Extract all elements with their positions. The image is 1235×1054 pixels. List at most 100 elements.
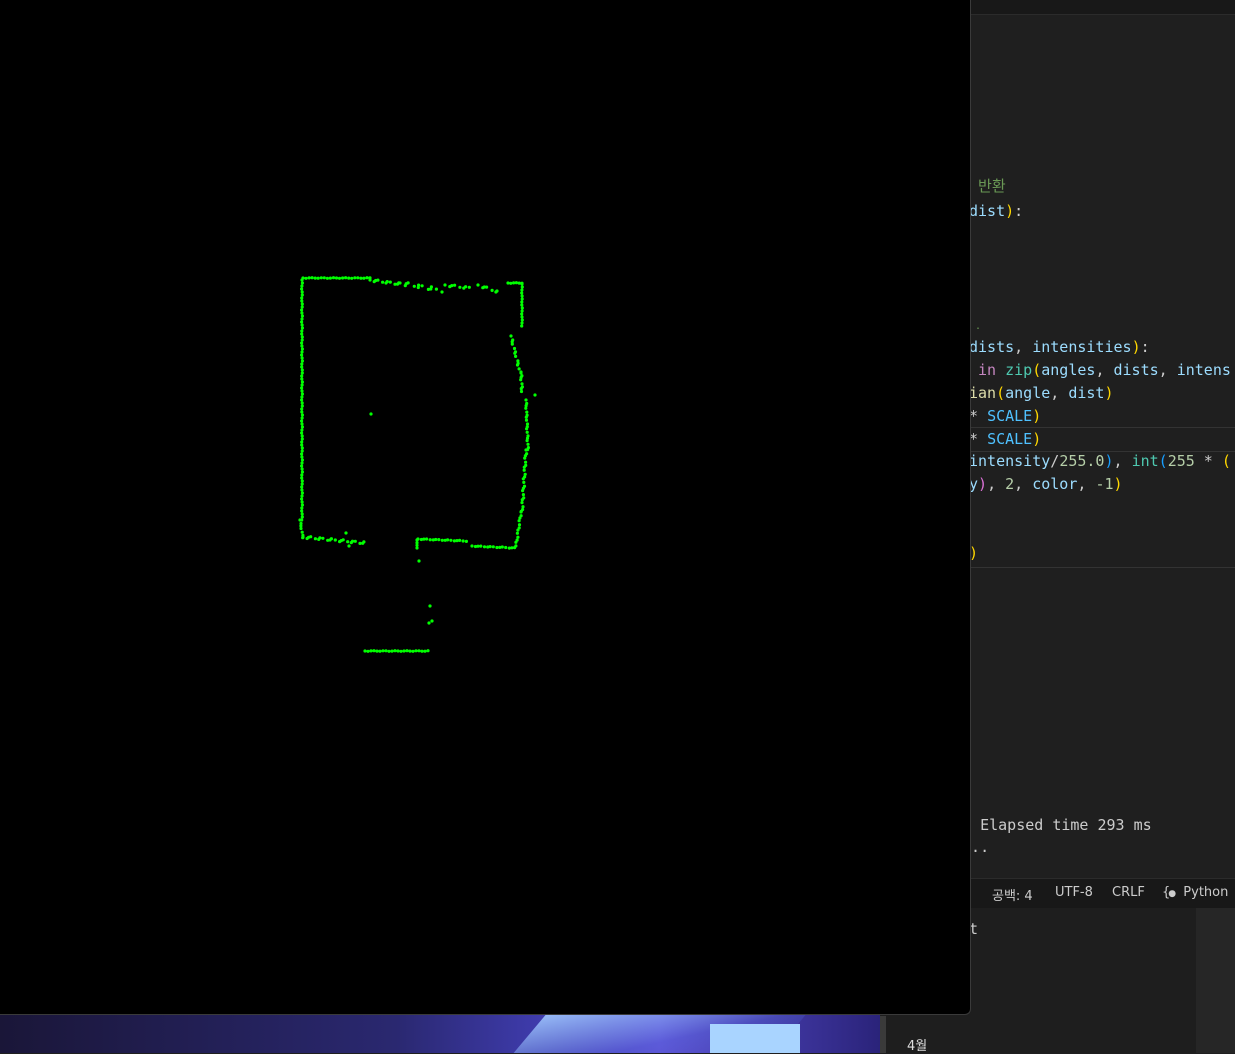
scan-point xyxy=(300,428,304,432)
scan-point xyxy=(300,401,304,405)
scan-point xyxy=(300,341,304,345)
scan-point xyxy=(300,530,304,534)
lidar-scan-window[interactable] xyxy=(0,0,971,1015)
scan-point xyxy=(318,536,322,540)
scan-point xyxy=(525,427,529,431)
code-token: , xyxy=(1158,361,1177,379)
code-line-7: * SCALE) xyxy=(969,405,1041,428)
indent-status[interactable]: 공백: 4 xyxy=(992,885,1033,904)
scan-point xyxy=(298,518,302,522)
scan-point xyxy=(520,318,524,322)
scan-point xyxy=(427,621,431,625)
scan-point xyxy=(300,380,304,384)
scan-point xyxy=(426,649,430,653)
language-status[interactable]: {● Python xyxy=(1162,885,1228,900)
scan-point xyxy=(316,276,320,280)
code-line-6: ian(angle, dist) xyxy=(969,382,1114,405)
scan-point xyxy=(514,281,519,285)
scan-point xyxy=(341,538,345,542)
scan-point xyxy=(524,448,528,452)
scan-point xyxy=(524,406,528,410)
encoding-status[interactable]: UTF-8 xyxy=(1055,885,1093,900)
scan-point xyxy=(309,535,313,539)
scan-point xyxy=(353,276,357,280)
scan-point xyxy=(300,515,304,519)
scan-point xyxy=(375,649,379,653)
scan-point xyxy=(520,297,524,301)
eol-status[interactable]: CRLF xyxy=(1112,885,1145,900)
scan-point xyxy=(300,434,304,438)
scan-point xyxy=(479,544,483,548)
scan-point xyxy=(488,545,492,549)
code-token: dists xyxy=(969,338,1015,356)
scan-point xyxy=(417,283,421,287)
scan-point xyxy=(300,446,304,450)
code-token: ) xyxy=(1113,475,1123,493)
scan-point xyxy=(437,538,441,542)
scan-point xyxy=(520,501,524,505)
code-token: 255 xyxy=(1167,452,1195,470)
scan-point xyxy=(381,649,385,653)
scan-point xyxy=(300,338,304,342)
scan-point xyxy=(346,540,350,544)
scan-point xyxy=(372,649,376,653)
scan-point xyxy=(300,437,304,441)
scan-point xyxy=(405,649,409,653)
scan-point xyxy=(518,516,522,520)
code-token: intensities xyxy=(1032,338,1132,356)
scan-point xyxy=(300,278,304,282)
scan-point xyxy=(322,276,326,280)
code-token: dists xyxy=(1113,361,1159,379)
scan-point xyxy=(461,539,465,543)
scan-point xyxy=(300,383,304,387)
code-token: intens xyxy=(1176,361,1231,379)
scan-point xyxy=(300,458,304,462)
scan-point xyxy=(519,370,523,374)
scan-point xyxy=(520,324,524,328)
code-token: : xyxy=(1140,338,1150,356)
scan-point xyxy=(304,276,308,280)
code-token: * xyxy=(1194,452,1222,470)
scan-point xyxy=(300,407,304,411)
scan-point xyxy=(511,281,516,285)
code-line-5: in zip(angles, dists, intens xyxy=(969,359,1231,382)
scan-point xyxy=(520,312,524,316)
scan-point xyxy=(446,538,450,542)
scan-point xyxy=(300,323,304,327)
code-token: ian xyxy=(969,384,997,402)
code-token: dist xyxy=(1068,384,1105,402)
scan-point xyxy=(300,404,304,408)
scan-point xyxy=(425,537,429,541)
scan-canvas xyxy=(298,276,537,653)
scan-point xyxy=(300,308,304,312)
scan-point xyxy=(378,649,382,653)
scan-point xyxy=(485,285,489,289)
scan-point xyxy=(428,604,432,608)
scan-point xyxy=(300,350,304,354)
scan-point xyxy=(522,480,526,484)
scan-point xyxy=(414,649,418,653)
scrollbar-area[interactable] xyxy=(1196,908,1235,1053)
code-token: 255.0 xyxy=(1059,452,1105,470)
scan-point xyxy=(300,422,304,426)
scan-point xyxy=(300,335,304,339)
scan-point xyxy=(300,470,304,474)
scan-point xyxy=(526,442,530,446)
scan-point xyxy=(513,351,517,355)
wallpaper-light-panel xyxy=(710,1024,800,1053)
scan-point xyxy=(307,276,311,280)
scan-point xyxy=(300,389,304,393)
code-line-10: y), 2, color, -1) xyxy=(969,473,1123,496)
panel-divider xyxy=(969,567,1235,568)
scan-point xyxy=(300,314,304,318)
scan-point xyxy=(443,283,447,287)
scan-point xyxy=(513,546,517,550)
scan-point xyxy=(363,649,367,653)
scan-point xyxy=(310,276,314,280)
scan-point xyxy=(450,284,454,288)
scan-point xyxy=(470,544,474,548)
scan-point xyxy=(300,395,304,399)
scan-point xyxy=(328,276,332,280)
code-token: , xyxy=(1113,452,1132,470)
code-token: angles xyxy=(1041,361,1096,379)
